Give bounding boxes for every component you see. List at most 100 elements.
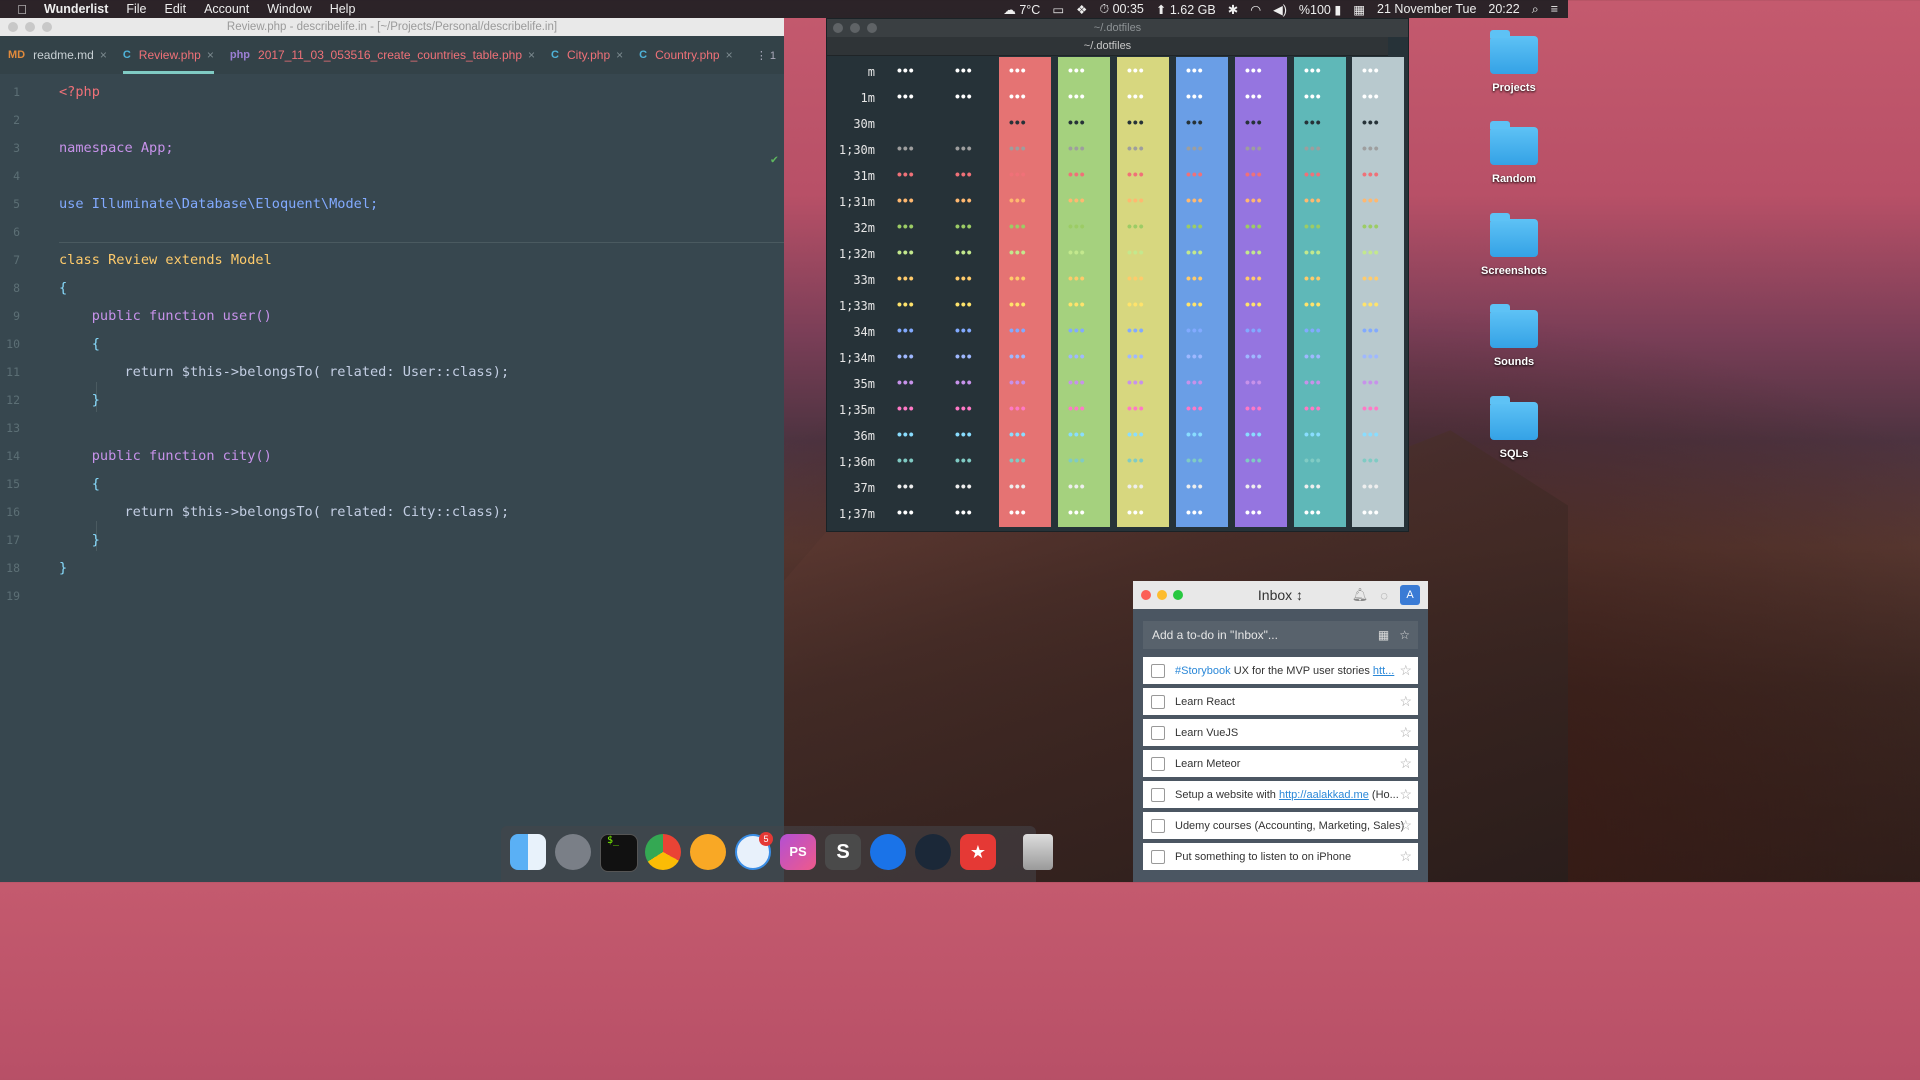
close-tab-icon[interactable]: × [207, 48, 214, 62]
close-tab-icon[interactable]: × [100, 48, 107, 62]
list-item[interactable]: Learn Meteor ☆ [1143, 750, 1418, 777]
color-sample: ••• [1186, 270, 1204, 286]
avatar[interactable]: A [1400, 585, 1420, 605]
todo-checkbox[interactable] [1151, 756, 1165, 771]
finder-icon[interactable] [510, 834, 546, 870]
code-line: 4 [0, 162, 784, 190]
list-item[interactable]: Setup a website with http://aalakkad.me … [1143, 781, 1418, 808]
star-icon[interactable]: ☆ [1399, 848, 1412, 865]
memory-status[interactable]: ⬆ 1.62 GB [1156, 2, 1216, 17]
menu-account[interactable]: Account [204, 2, 249, 16]
notification-center-icon[interactable]: ≡ [1551, 2, 1558, 16]
volume-icon[interactable]: ◀) [1273, 2, 1287, 17]
apple-icon[interactable]:  [14, 2, 30, 17]
todo-checkbox[interactable] [1151, 694, 1165, 709]
star-icon[interactable]: ☆ [1399, 724, 1412, 741]
color-sample: ••• [1127, 452, 1145, 468]
tab-city[interactable]: C City.php × [543, 36, 631, 74]
menu-file[interactable]: File [126, 2, 146, 16]
todo-checkbox[interactable] [1151, 663, 1165, 678]
menu-edit[interactable]: Edit [165, 2, 187, 16]
date-text[interactable]: 21 November Tue [1377, 2, 1476, 16]
more-tabs-icon[interactable]: ⋮ 1 [756, 49, 776, 62]
desktop-folder-random[interactable]: Random [1469, 121, 1559, 185]
code-line: 16 return $this->belongsTo( related: Cit… [0, 498, 784, 526]
tab-label: 2017_11_03_053516_create_countries_table… [258, 48, 523, 62]
todo-link[interactable]: htt... [1373, 665, 1394, 677]
list-item[interactable]: Put something to listen to on iPhone ☆ [1143, 843, 1418, 870]
todo-link[interactable]: http://aalakkad.me [1279, 789, 1369, 801]
list-item[interactable]: #Storybook UX for the MVP user stories h… [1143, 657, 1418, 684]
color-sample: ••• [1068, 374, 1086, 390]
clock-text[interactable]: 20:22 [1488, 2, 1519, 16]
wifi-icon[interactable]: ◠ [1250, 2, 1261, 17]
star-icon[interactable]: ☆ [1399, 786, 1412, 803]
todo-checkbox[interactable] [1151, 849, 1165, 864]
desktop-folder-projects[interactable]: Projects [1469, 30, 1559, 94]
trash-icon[interactable] [1023, 834, 1053, 870]
comment-icon[interactable]: ◌ [1380, 588, 1388, 603]
calendar-icon[interactable]: ▦ [1378, 628, 1389, 642]
todo-checkbox[interactable] [1151, 818, 1165, 833]
hashtag[interactable]: #Storybook [1175, 665, 1231, 677]
list-item[interactable]: Learn VueJS ☆ [1143, 719, 1418, 746]
color-sample: ••• [1245, 504, 1263, 520]
chrome-icon[interactable] [645, 834, 681, 870]
spotlight-icon[interactable]: ⌕ [1532, 2, 1539, 17]
todo-checkbox[interactable] [1151, 787, 1165, 802]
line-number: 8 [13, 281, 20, 295]
list-item[interactable]: Udemy courses (Accounting, Marketing, Sa… [1143, 812, 1418, 839]
steam-icon[interactable] [915, 834, 951, 870]
color-sample: ••• [1304, 192, 1322, 208]
tab-readme[interactable]: MD readme.md × [0, 36, 115, 74]
desktop-folder-sounds[interactable]: Sounds [1469, 304, 1559, 368]
star-icon[interactable]: ☆ [1399, 693, 1412, 710]
tab-migration[interactable]: php 2017_11_03_053516_create_countries_ta… [222, 36, 543, 74]
bell-icon[interactable]: 🔔︎ [1352, 587, 1369, 603]
bluetooth-icon[interactable]: ✱ [1228, 2, 1238, 17]
terminal-icon[interactable]: $_ [600, 834, 638, 872]
menu-window[interactable]: Window [267, 2, 311, 16]
launchpad-icon[interactable] [555, 834, 591, 870]
flag-icon[interactable]: ▦ [1353, 2, 1365, 17]
star-icon[interactable]: ☆ [1399, 817, 1412, 834]
phpstorm-icon[interactable]: PS [780, 834, 816, 870]
tab-review[interactable]: C Review.php × [115, 36, 222, 74]
folder-icon [1490, 213, 1538, 257]
battery-status[interactable]: %100 ▮ [1299, 2, 1341, 17]
color-sample: ••• [897, 504, 915, 520]
color-sample: ••• [1068, 504, 1086, 520]
sublime-icon[interactable]: S [825, 834, 861, 870]
weather-text: 7°C [1019, 2, 1041, 17]
desktop-folder-screenshots[interactable]: Screenshots [1469, 213, 1559, 277]
list-item[interactable]: Learn React ☆ [1143, 688, 1418, 715]
desktop-folder-sqls[interactable]: SQLs [1469, 396, 1559, 460]
weather-status[interactable]: ☁ 7°C [1003, 2, 1040, 17]
add-todo-input[interactable]: Add a to-do in "Inbox"... ▦ ☆ [1143, 621, 1418, 649]
todo-checkbox[interactable] [1151, 725, 1165, 740]
code-line: 5 use Illuminate\Database\Eloquent\Model; [0, 190, 784, 218]
chromium-icon[interactable] [690, 834, 726, 870]
color-sample: ••• [897, 140, 915, 156]
star-icon[interactable]: ☆ [1399, 628, 1410, 642]
dropbox-icon[interactable]: ❖ [1076, 2, 1087, 17]
bookmarks-icon[interactable]: ★ [960, 834, 996, 870]
menu-help[interactable]: Help [330, 2, 356, 16]
color-sample: ••• [1009, 400, 1027, 416]
color-sample: ••• [1362, 218, 1380, 234]
close-tab-icon[interactable]: × [616, 48, 623, 62]
timer-status[interactable]: ⏱ 00:35 [1099, 2, 1144, 17]
code-text: namespace App; [59, 140, 174, 156]
close-tab-icon[interactable]: × [528, 48, 535, 62]
tab-country[interactable]: C Country.php × [631, 36, 740, 74]
code-editor[interactable]: ✔ 1 <?php 2 3 namespace App; 4 5 use Illumi… [0, 74, 784, 882]
close-tab-icon[interactable]: × [726, 48, 733, 62]
app-menu[interactable]: Wunderlist [44, 2, 108, 16]
star-icon[interactable]: ☆ [1399, 755, 1412, 772]
color-code-label: 35m [853, 377, 875, 391]
add-todo-placeholder: Add a to-do in "Inbox"... [1152, 628, 1278, 642]
star-icon[interactable]: ☆ [1399, 662, 1412, 679]
onepassword-icon[interactable] [870, 834, 906, 870]
airmail-icon[interactable]: 5 [735, 832, 773, 870]
display-icon[interactable]: ▭ [1052, 2, 1064, 17]
